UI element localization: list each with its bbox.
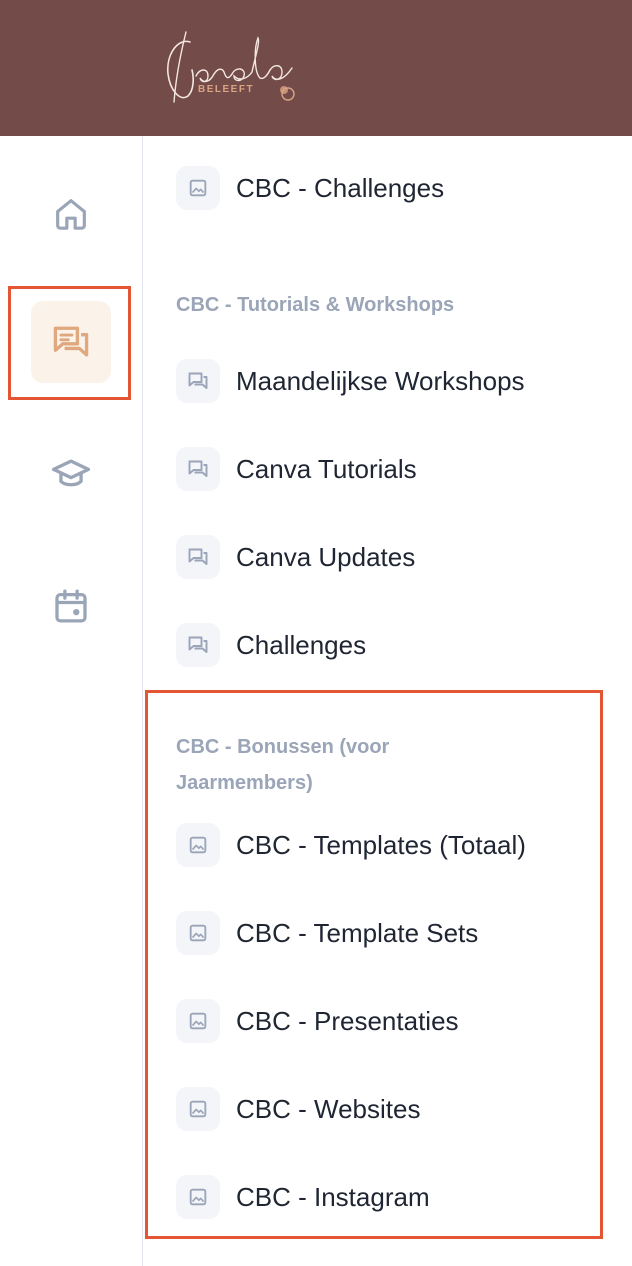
sidebar-item-courses[interactable] xyxy=(31,433,111,515)
icon-sidebar xyxy=(0,136,143,1266)
chat-icon xyxy=(176,359,220,403)
list-item-cbc-instagram[interactable]: CBC - Instagram xyxy=(176,1175,430,1219)
chat-icon xyxy=(176,535,220,579)
section-title-tutorials: CBC - Tutorials & Workshops xyxy=(176,294,455,316)
list-item-challenges[interactable]: Challenges xyxy=(176,623,366,667)
chat-icon xyxy=(176,623,220,667)
list-item-maandelijkse-workshops[interactable]: Maandelijkse Workshops xyxy=(176,359,525,403)
list-item-canva-updates[interactable]: Canva Updates xyxy=(176,535,415,579)
list-item-cbc-challenges[interactable]: CBC - Challenges xyxy=(176,166,444,210)
image-icon xyxy=(176,999,220,1043)
image-icon xyxy=(176,1175,220,1219)
list-item-label: CBC - Instagram xyxy=(236,1181,430,1212)
graduation-cap-icon xyxy=(51,459,91,487)
image-icon xyxy=(176,823,220,867)
image-icon xyxy=(176,166,220,210)
sidebar-item-community[interactable] xyxy=(31,301,111,383)
logo-script-icon xyxy=(167,31,295,103)
list-item-label: Canva Updates xyxy=(236,541,416,572)
sidebar-item-events[interactable] xyxy=(31,565,111,647)
brand-logo[interactable]: BELEEFT xyxy=(160,24,310,114)
list-item-cbc-template-sets[interactable]: CBC - Template Sets xyxy=(176,911,478,955)
logo-subtitle: BELEEFT xyxy=(198,84,255,95)
list-item-cbc-templates-totaal[interactable]: CBC - Templates (Totaal) xyxy=(176,823,526,867)
section-title-bonussen: CBC - Bonussen (voor Jaarmembers) xyxy=(176,729,476,801)
image-icon xyxy=(176,1087,220,1131)
chat-icon xyxy=(176,447,220,491)
list-item-label: CBC - Template Sets xyxy=(236,917,479,948)
chat-bubbles-icon xyxy=(53,326,89,357)
calendar-icon xyxy=(55,589,87,623)
list-item-canva-tutorials[interactable]: Canva Tutorials xyxy=(176,447,417,491)
list-item-cbc-websites[interactable]: CBC - Websites xyxy=(176,1087,420,1131)
list-item-label: Canva Tutorials xyxy=(236,453,417,484)
list-item-cbc-presentaties[interactable]: CBC - Presentaties xyxy=(176,999,459,1043)
list-item-label: CBC - Templates (Totaal) xyxy=(236,829,526,860)
list-item-label: CBC - Challenges xyxy=(236,172,445,203)
list-item-label: Challenges xyxy=(236,629,367,660)
list-item-label: Maandelijkse Workshops xyxy=(236,365,525,396)
sidebar-item-home[interactable] xyxy=(31,173,111,255)
home-icon xyxy=(56,199,86,230)
app-header: BELEEFT xyxy=(0,0,632,136)
list-item-label: CBC - Websites xyxy=(236,1093,421,1124)
section-title-line: Jaarmembers) xyxy=(176,772,313,794)
list-item-label: CBC - Presentaties xyxy=(236,1005,459,1036)
channel-list: CBC - Challenges CBC - Tutorials & Works… xyxy=(144,136,632,1266)
image-icon xyxy=(176,911,220,955)
section-title-line: CBC - Bonussen (voor xyxy=(176,736,390,758)
